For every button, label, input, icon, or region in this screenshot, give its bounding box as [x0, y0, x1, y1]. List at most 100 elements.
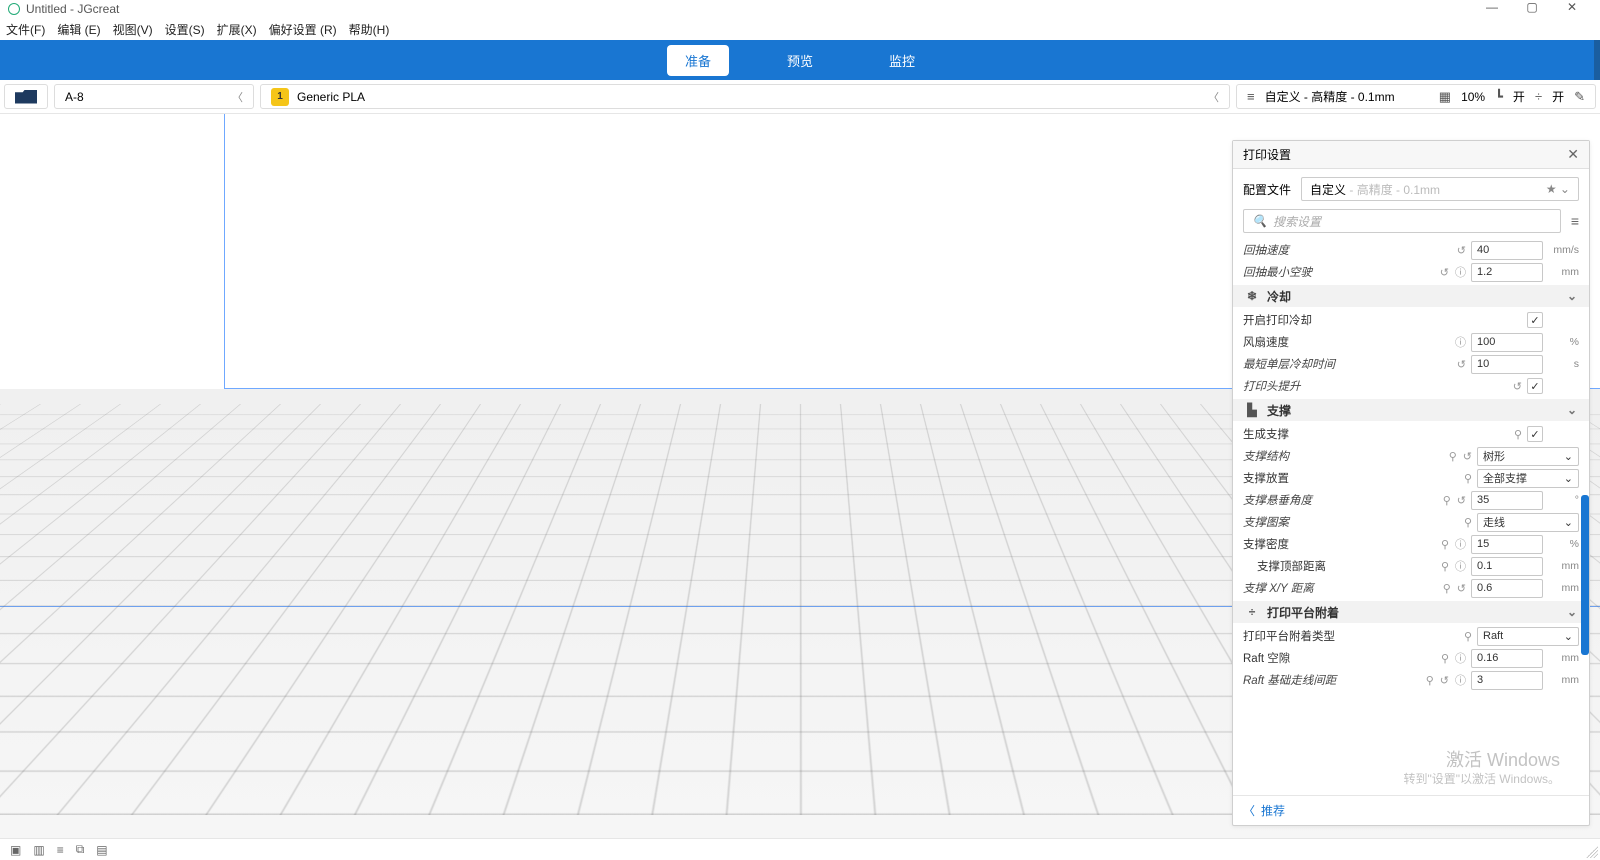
setting-min-layer-time: 最短单层冷却时间 ↺ 10 s: [1243, 353, 1579, 375]
stage-prepare[interactable]: 准备: [667, 45, 729, 76]
menu-view[interactable]: 视图(V): [113, 21, 153, 38]
recommend-link[interactable]: 推荐: [1261, 802, 1285, 819]
category-adhesion[interactable]: ÷ 打印平台附着 ⌄: [1233, 601, 1589, 623]
support-density-input[interactable]: 15: [1471, 535, 1543, 554]
fan-speed-input[interactable]: 100: [1471, 333, 1543, 352]
link-icon[interactable]: ⚲: [1514, 428, 1522, 441]
lines-icon: ≡: [1247, 89, 1255, 104]
profile-summary[interactable]: ≡ 自定义 - 高精度 - 0.1mm ▦ 10% ┗ 开 ÷ 开 ✎: [1236, 84, 1596, 109]
menu-extensions[interactable]: 扩展(X): [217, 21, 257, 38]
link-icon[interactable]: ⚲: [1464, 516, 1472, 529]
info-icon[interactable]: ⓘ: [1455, 536, 1466, 552]
material-dropdown[interactable]: 1 Generic PLA 〈: [260, 84, 1230, 109]
main-area: 打印设置 ✕ 配置文件 自定义 - 高精度 - 0.1mm ★ ⌄ 🔍 搜索设置…: [0, 114, 1600, 838]
support-structure-select[interactable]: 树形⌄: [1477, 447, 1579, 466]
link-icon[interactable]: ⚲: [1443, 582, 1451, 595]
link-icon[interactable]: ⚲: [1426, 674, 1434, 687]
reset-icon[interactable]: ↺: [1463, 450, 1472, 463]
status-icon-box[interactable]: ▥: [33, 843, 44, 857]
min-layer-time-input[interactable]: 10: [1471, 355, 1543, 374]
info-icon[interactable]: ⓘ: [1455, 558, 1466, 574]
link-icon[interactable]: ⚲: [1441, 538, 1449, 551]
search-icon: 🔍: [1252, 214, 1267, 228]
printer-label: A-8: [65, 90, 84, 104]
link-icon[interactable]: ⚲: [1464, 630, 1472, 643]
menu-settings[interactable]: 设置(S): [165, 21, 205, 38]
profile-select[interactable]: 自定义 - 高精度 - 0.1mm ★ ⌄: [1301, 177, 1579, 201]
support-angle-input[interactable]: 35: [1471, 491, 1543, 510]
category-support[interactable]: ▙ 支撑 ⌄: [1233, 399, 1589, 421]
status-icon-paste[interactable]: ▤: [96, 843, 107, 857]
raft-gap-input[interactable]: 0.16: [1471, 649, 1543, 668]
menu-preferences[interactable]: 偏好设置 (R): [269, 21, 337, 38]
enable-cooling-checkbox[interactable]: ✓: [1527, 312, 1543, 328]
settings-search-input[interactable]: 🔍 搜索设置: [1243, 209, 1561, 233]
chevron-down-icon: ⌄: [1567, 403, 1577, 417]
extruder-badge: 1: [271, 88, 289, 106]
link-icon[interactable]: ⚲: [1464, 472, 1472, 485]
profile-value-dim: - 高精度 - 0.1mm: [1346, 183, 1440, 197]
link-icon[interactable]: ⚲: [1441, 652, 1449, 665]
setting-adhesion-type: 打印平台附着类型 ⚲ Raft⌄: [1243, 625, 1579, 647]
app-icon: [8, 3, 20, 15]
retract-min-travel-input[interactable]: 1.2: [1471, 263, 1543, 282]
maximize-button[interactable]: ▢: [1512, 0, 1552, 18]
adhesion-icon: ÷: [1535, 89, 1542, 104]
stage-preview[interactable]: 预览: [769, 45, 831, 76]
setting-generate-support: 生成支撑 ⚲ ✓: [1243, 423, 1579, 445]
link-icon[interactable]: ⚲: [1443, 494, 1451, 507]
link-icon[interactable]: ⚲: [1441, 560, 1449, 573]
head-lift-checkbox[interactable]: ✓: [1527, 378, 1543, 394]
search-placeholder: 搜索设置: [1273, 213, 1321, 230]
printer-dropdown[interactable]: A-8 〈: [54, 84, 254, 109]
open-file-button[interactable]: [4, 84, 48, 109]
support-icon: ┗: [1495, 89, 1503, 105]
status-icon-copy[interactable]: ⧉: [76, 842, 85, 857]
reset-icon[interactable]: ↺: [1513, 380, 1522, 393]
adhesion-cat-icon: ÷: [1245, 605, 1259, 619]
setting-support-angle: 支撑悬垂角度 ⚲ ↺ 35 °: [1243, 489, 1579, 511]
title-bar: Untitled - JGcreat — ▢ ✕: [0, 0, 1600, 18]
support-placement-select[interactable]: 全部支撑⌄: [1477, 469, 1579, 488]
link-icon[interactable]: ⚲: [1449, 450, 1457, 463]
minimize-button[interactable]: —: [1472, 0, 1512, 18]
close-button[interactable]: ✕: [1552, 0, 1592, 18]
menu-help[interactable]: 帮助(H): [349, 21, 390, 38]
reset-icon[interactable]: ↺: [1457, 358, 1466, 371]
setting-retract-speed: 回抽速度 ↺ 40 mm/s: [1243, 239, 1579, 261]
info-icon[interactable]: ⓘ: [1455, 264, 1466, 280]
panel-header: 打印设置 ✕: [1233, 141, 1589, 169]
info-icon[interactable]: ⓘ: [1455, 334, 1466, 350]
reset-icon[interactable]: ↺: [1457, 494, 1466, 507]
support-xy-input[interactable]: 0.6: [1471, 579, 1543, 598]
reset-icon[interactable]: ↺: [1457, 582, 1466, 595]
support-top-dist-input[interactable]: 0.1: [1471, 557, 1543, 576]
adhesion-on-label: 开: [1552, 88, 1564, 105]
panel-close-button[interactable]: ✕: [1567, 146, 1579, 163]
reset-icon[interactable]: ↺: [1457, 244, 1466, 257]
retract-speed-input[interactable]: 40: [1471, 241, 1543, 260]
resize-handle[interactable]: [1586, 846, 1598, 858]
panel-scrollbar[interactable]: [1581, 495, 1589, 655]
setting-support-density: 支撑密度 ⚲ ⓘ 15 %: [1243, 533, 1579, 555]
stage-monitor[interactable]: 监控: [871, 45, 933, 76]
menu-edit[interactable]: 编辑 (E): [57, 21, 100, 38]
edit-icon[interactable]: ✎: [1574, 89, 1585, 105]
settings-menu-button[interactable]: ≡: [1571, 213, 1579, 229]
menu-file[interactable]: 文件(F): [6, 21, 45, 38]
setting-support-xy-distance: 支撑 X/Y 距离 ⚲ ↺ 0.6 mm: [1243, 577, 1579, 599]
reset-icon[interactable]: ↺: [1440, 266, 1449, 279]
raft-base-input[interactable]: 3: [1471, 671, 1543, 690]
category-cooling[interactable]: ❄ 冷却 ⌄: [1233, 285, 1589, 307]
reset-icon[interactable]: ↺: [1440, 674, 1449, 687]
setting-enable-cooling: 开启打印冷却 ✓: [1243, 309, 1579, 331]
generate-support-checkbox[interactable]: ✓: [1527, 426, 1543, 442]
support-pattern-select[interactable]: 走线⌄: [1477, 513, 1579, 532]
status-icon-layers[interactable]: ≡: [57, 843, 64, 857]
status-icon-cube[interactable]: ▣: [10, 843, 21, 857]
stage-accent: [1594, 40, 1600, 80]
chevron-down-icon: ⌄: [1567, 605, 1577, 619]
info-icon[interactable]: ⓘ: [1455, 672, 1466, 688]
info-icon[interactable]: ⓘ: [1455, 650, 1466, 666]
adhesion-type-select[interactable]: Raft⌄: [1477, 627, 1579, 646]
